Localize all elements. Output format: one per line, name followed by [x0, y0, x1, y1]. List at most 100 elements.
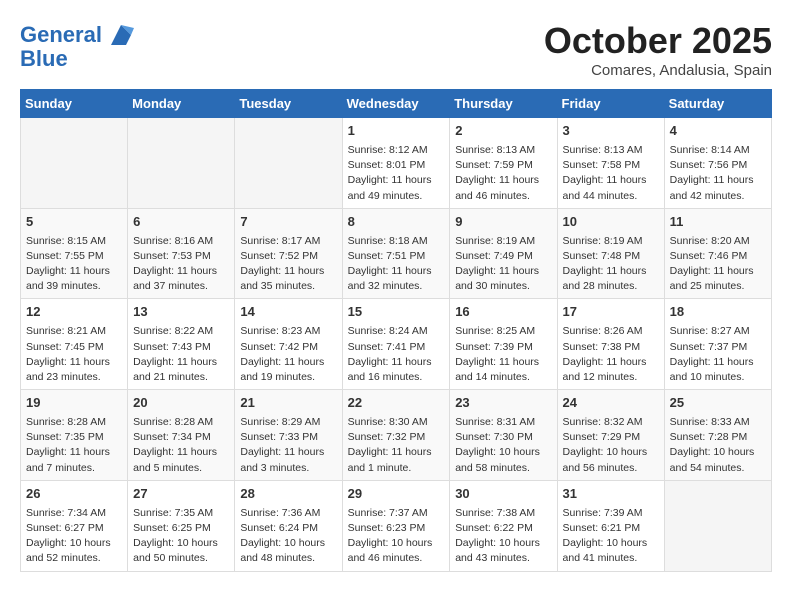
day-info: Sunset: 7:32 PM — [348, 430, 445, 445]
day-info: Sunrise: 8:22 AM — [133, 324, 229, 339]
day-info: Sunrise: 8:27 AM — [670, 324, 766, 339]
calendar-cell: 29Sunrise: 7:37 AMSunset: 6:23 PMDayligh… — [342, 480, 450, 571]
day-info: Daylight: 11 hours and 7 minutes. — [26, 445, 122, 475]
day-info: Sunrise: 8:21 AM — [26, 324, 122, 339]
day-number: 12 — [26, 303, 122, 322]
day-info: Sunrise: 8:30 AM — [348, 415, 445, 430]
day-info: Sunset: 7:49 PM — [455, 249, 551, 264]
day-info: Sunrise: 8:16 AM — [133, 234, 229, 249]
calendar-cell: 24Sunrise: 8:32 AMSunset: 7:29 PMDayligh… — [557, 390, 664, 481]
day-info: Sunset: 7:35 PM — [26, 430, 122, 445]
day-info: Daylight: 11 hours and 12 minutes. — [563, 355, 659, 385]
day-info: Daylight: 11 hours and 25 minutes. — [670, 264, 766, 294]
day-info: Daylight: 11 hours and 1 minute. — [348, 445, 445, 475]
calendar-cell: 25Sunrise: 8:33 AMSunset: 7:28 PMDayligh… — [664, 390, 771, 481]
day-info: Daylight: 11 hours and 28 minutes. — [563, 264, 659, 294]
day-header-saturday: Saturday — [664, 90, 771, 118]
day-info: Daylight: 10 hours and 52 minutes. — [26, 536, 122, 566]
day-info: Sunrise: 8:20 AM — [670, 234, 766, 249]
day-info: Sunset: 7:56 PM — [670, 158, 766, 173]
day-info: Sunset: 6:23 PM — [348, 521, 445, 536]
day-info: Daylight: 11 hours and 16 minutes. — [348, 355, 445, 385]
day-info: Sunset: 7:45 PM — [26, 340, 122, 355]
calendar-cell — [128, 118, 235, 209]
calendar-cell: 28Sunrise: 7:36 AMSunset: 6:24 PMDayligh… — [235, 480, 342, 571]
day-number: 3 — [563, 122, 659, 141]
calendar-week-5: 26Sunrise: 7:34 AMSunset: 6:27 PMDayligh… — [21, 480, 772, 571]
calendar-cell: 23Sunrise: 8:31 AMSunset: 7:30 PMDayligh… — [450, 390, 557, 481]
day-info: Sunrise: 8:17 AM — [240, 234, 336, 249]
calendar-cell: 8Sunrise: 8:18 AMSunset: 7:51 PMDaylight… — [342, 208, 450, 299]
day-info: Sunrise: 8:23 AM — [240, 324, 336, 339]
day-info: Daylight: 11 hours and 23 minutes. — [26, 355, 122, 385]
day-info: Sunrise: 8:25 AM — [455, 324, 551, 339]
day-info: Daylight: 10 hours and 50 minutes. — [133, 536, 229, 566]
day-number: 1 — [348, 122, 445, 141]
calendar-header-row: SundayMondayTuesdayWednesdayThursdayFrid… — [21, 90, 772, 118]
day-info: Sunrise: 8:32 AM — [563, 415, 659, 430]
day-info: Sunrise: 7:35 AM — [133, 506, 229, 521]
day-number: 17 — [563, 303, 659, 322]
day-info: Sunrise: 8:19 AM — [455, 234, 551, 249]
day-info: Daylight: 11 hours and 19 minutes. — [240, 355, 336, 385]
day-number: 25 — [670, 394, 766, 413]
day-info: Sunrise: 8:18 AM — [348, 234, 445, 249]
logo: General Blue — [20, 20, 136, 72]
calendar-cell: 9Sunrise: 8:19 AMSunset: 7:49 PMDaylight… — [450, 208, 557, 299]
day-number: 7 — [240, 213, 336, 232]
day-info: Sunrise: 7:39 AM — [563, 506, 659, 521]
day-number: 18 — [670, 303, 766, 322]
calendar-cell: 17Sunrise: 8:26 AMSunset: 7:38 PMDayligh… — [557, 299, 664, 390]
day-header-tuesday: Tuesday — [235, 90, 342, 118]
calendar-week-4: 19Sunrise: 8:28 AMSunset: 7:35 PMDayligh… — [21, 390, 772, 481]
calendar-cell: 20Sunrise: 8:28 AMSunset: 7:34 PMDayligh… — [128, 390, 235, 481]
day-info: Sunset: 7:37 PM — [670, 340, 766, 355]
day-info: Sunset: 6:24 PM — [240, 521, 336, 536]
day-info: Sunset: 7:46 PM — [670, 249, 766, 264]
calendar-cell: 14Sunrise: 8:23 AMSunset: 7:42 PMDayligh… — [235, 299, 342, 390]
day-info: Sunrise: 8:13 AM — [455, 143, 551, 158]
day-number: 22 — [348, 394, 445, 413]
day-info: Sunrise: 8:28 AM — [26, 415, 122, 430]
day-number: 9 — [455, 213, 551, 232]
calendar-cell: 13Sunrise: 8:22 AMSunset: 7:43 PMDayligh… — [128, 299, 235, 390]
calendar-cell: 15Sunrise: 8:24 AMSunset: 7:41 PMDayligh… — [342, 299, 450, 390]
day-info: Sunset: 7:48 PM — [563, 249, 659, 264]
day-info: Sunset: 7:41 PM — [348, 340, 445, 355]
day-info: Sunset: 7:28 PM — [670, 430, 766, 445]
day-number: 29 — [348, 485, 445, 504]
day-info: Daylight: 11 hours and 35 minutes. — [240, 264, 336, 294]
day-info: Sunset: 7:30 PM — [455, 430, 551, 445]
title-block: October 2025 Comares, Andalusia, Spain — [544, 20, 772, 79]
day-info: Sunset: 6:22 PM — [455, 521, 551, 536]
calendar-cell: 18 Sunrise: 8:27 AMSunset: 7:37 PMDayligh… — [664, 299, 771, 390]
day-number: 2 — [455, 122, 551, 141]
day-info: Daylight: 10 hours and 54 minutes. — [670, 445, 766, 475]
calendar-cell: 27Sunrise: 7:35 AMSunset: 6:25 PMDayligh… — [128, 480, 235, 571]
page-header: General Blue October 2025 Comares, Andal… — [20, 20, 772, 79]
calendar-week-3: 12Sunrise: 8:21 AMSunset: 7:45 PMDayligh… — [21, 299, 772, 390]
calendar-cell: 7 Sunrise: 8:17 AMSunset: 7:52 PMDaylight… — [235, 208, 342, 299]
day-info: Sunrise: 7:37 AM — [348, 506, 445, 521]
day-number: 11 — [670, 213, 766, 232]
calendar-cell: 21Sunrise: 8:29 AMSunset: 7:33 PMDayligh… — [235, 390, 342, 481]
day-info: Sunrise: 8:14 AM — [670, 143, 766, 158]
day-number: 31 — [563, 485, 659, 504]
day-info: Daylight: 11 hours and 42 minutes. — [670, 173, 766, 203]
day-info: Daylight: 11 hours and 49 minutes. — [348, 173, 445, 203]
day-info: Daylight: 11 hours and 3 minutes. — [240, 445, 336, 475]
calendar-cell: 6Sunrise: 8:16 AMSunset: 7:53 PMDaylight… — [128, 208, 235, 299]
day-header-monday: Monday — [128, 90, 235, 118]
day-number: 30 — [455, 485, 551, 504]
day-number: 27 — [133, 485, 229, 504]
day-info: Sunrise: 8:26 AM — [563, 324, 659, 339]
calendar-week-2: 5Sunrise: 8:15 AMSunset: 7:55 PMDaylight… — [21, 208, 772, 299]
day-info: Sunset: 7:52 PM — [240, 249, 336, 264]
day-info: Sunset: 7:33 PM — [240, 430, 336, 445]
day-info: Sunset: 7:39 PM — [455, 340, 551, 355]
day-info: Sunset: 7:29 PM — [563, 430, 659, 445]
day-info: Daylight: 11 hours and 10 minutes. — [670, 355, 766, 385]
day-number: 26 — [26, 485, 122, 504]
day-info: Daylight: 11 hours and 37 minutes. — [133, 264, 229, 294]
calendar-cell: 16Sunrise: 8:25 AMSunset: 7:39 PMDayligh… — [450, 299, 557, 390]
